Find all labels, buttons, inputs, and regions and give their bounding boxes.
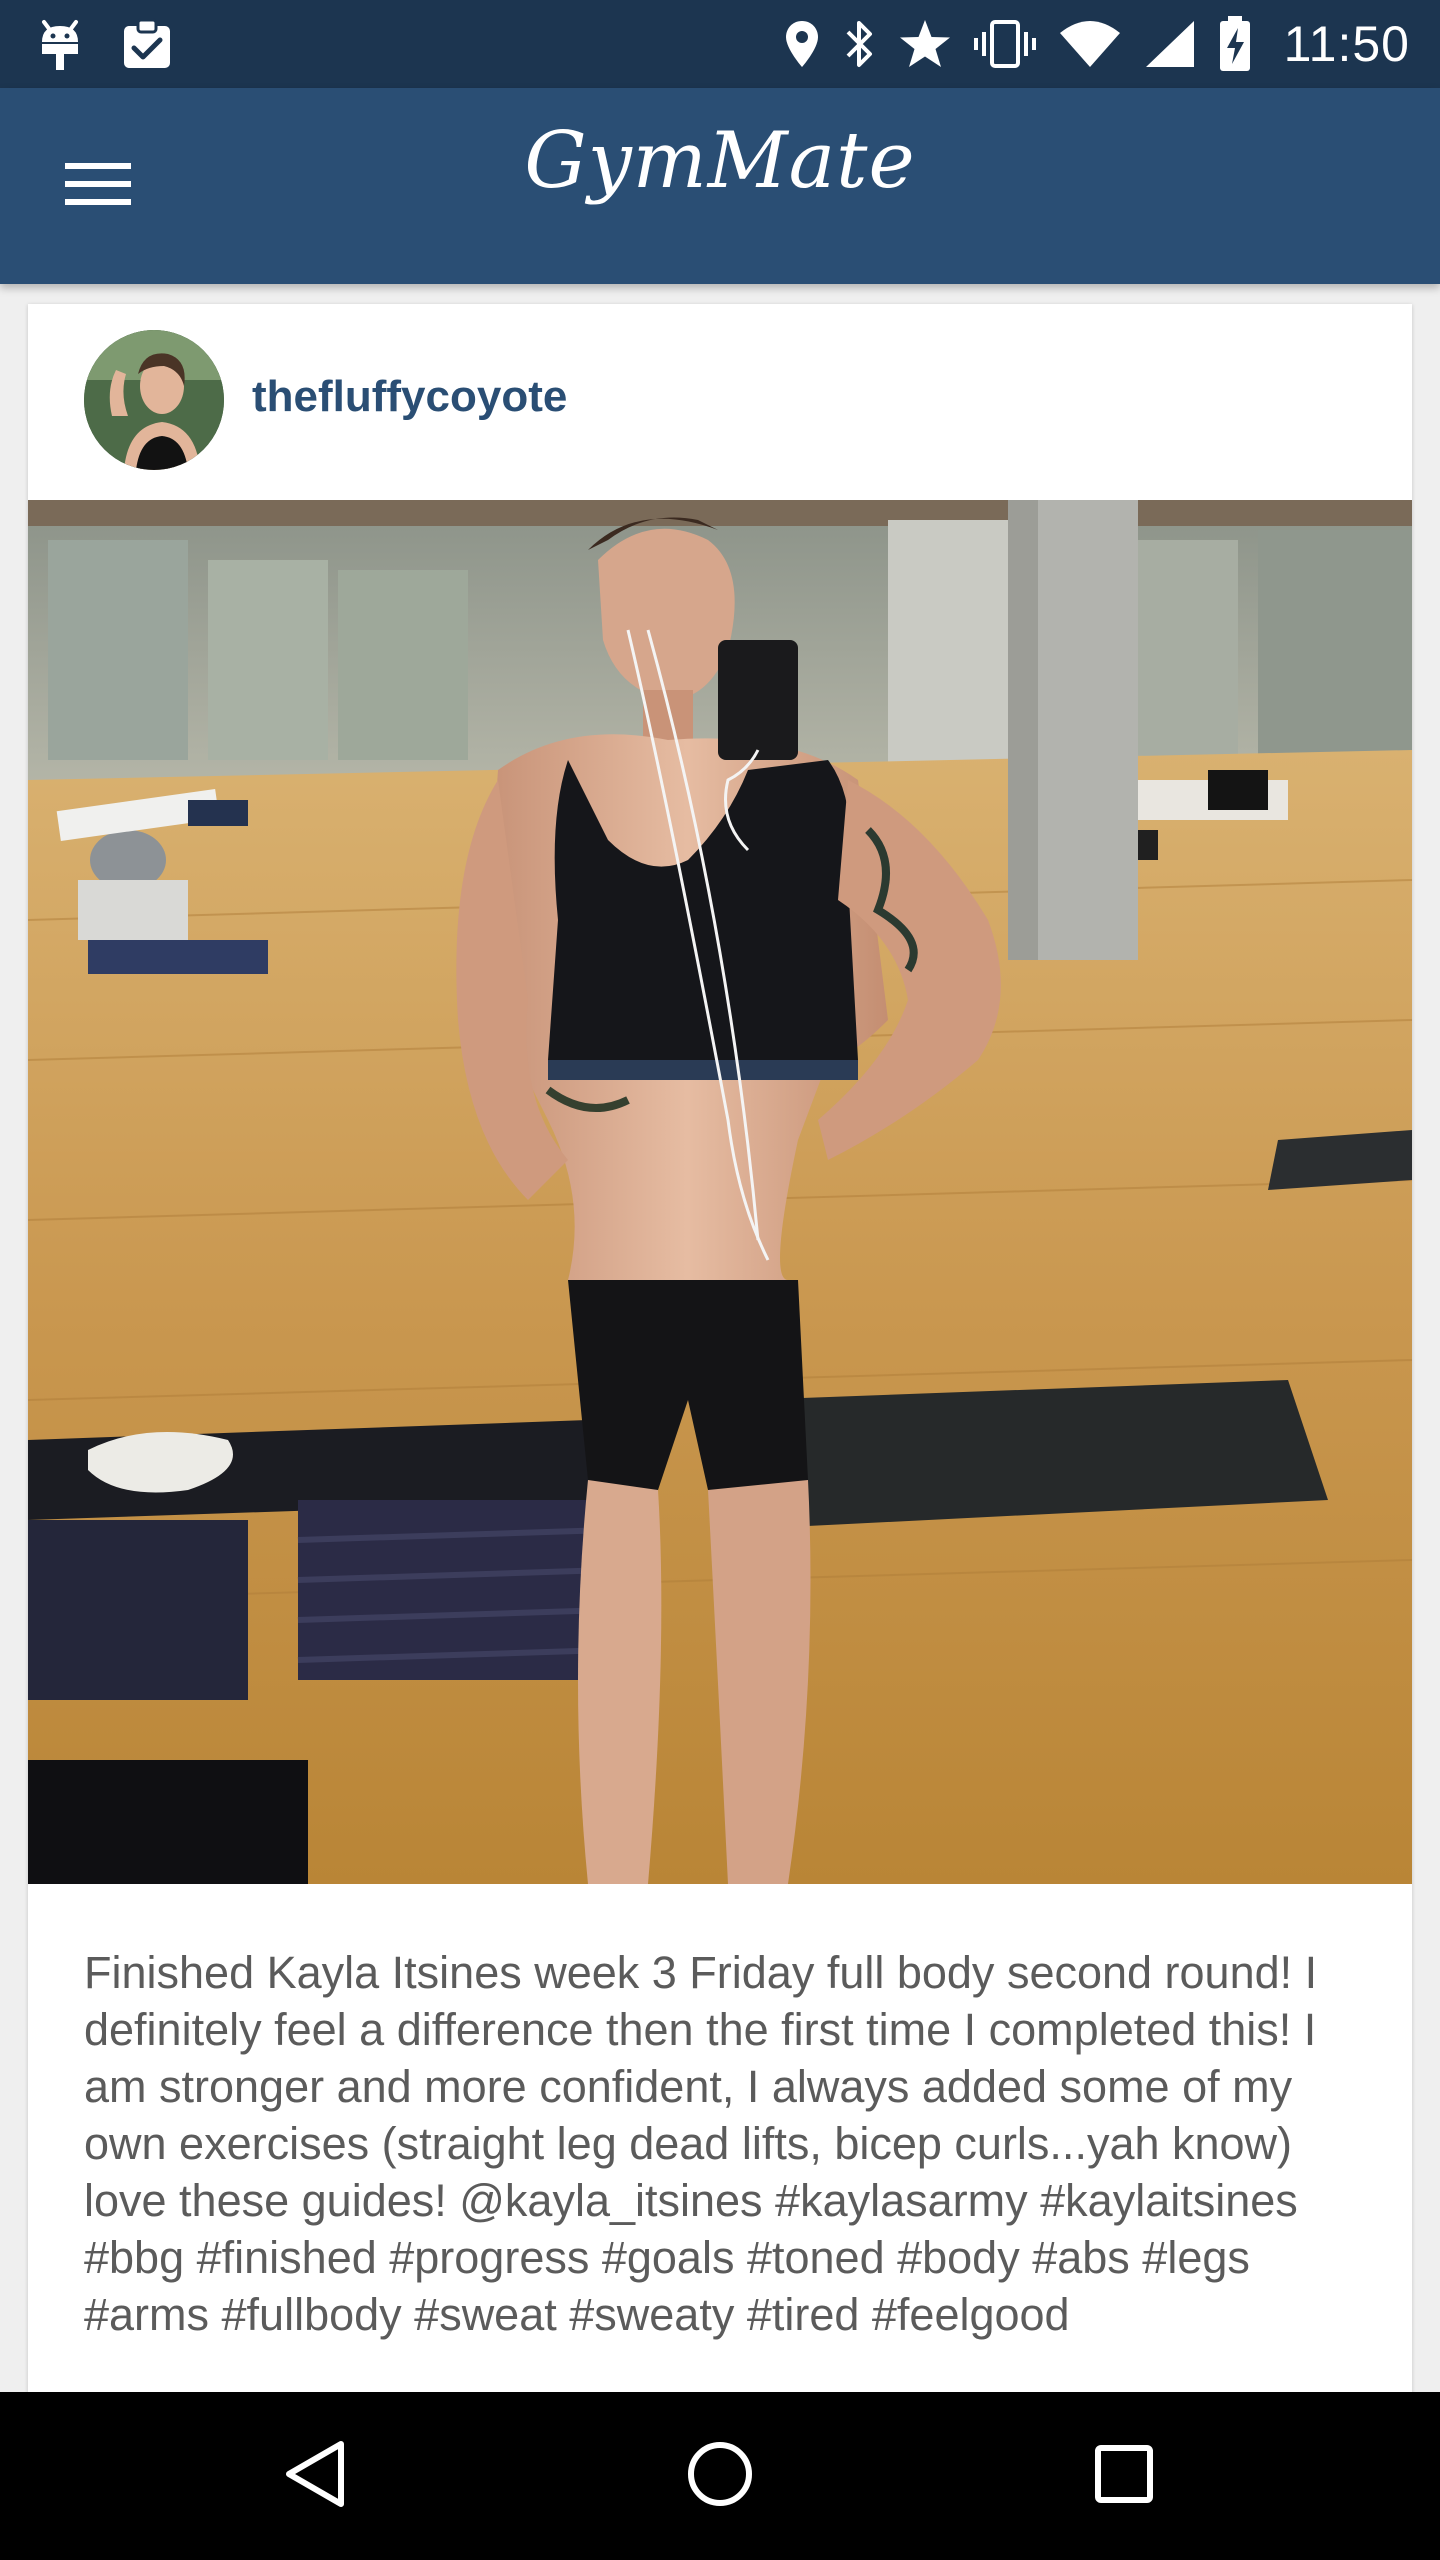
post-caption: Finished Kayla Itsines week 3 Friday ful… xyxy=(84,1947,1318,2340)
status-bar: 11:50 xyxy=(0,0,1440,88)
android-debug-icon xyxy=(38,18,82,70)
post-header: thefluffycoyote xyxy=(28,304,1412,499)
app-title: GymMate xyxy=(524,116,916,206)
avatar[interactable] xyxy=(84,330,224,470)
recents-square-icon xyxy=(1093,2443,1155,2510)
cell-signal-icon xyxy=(1144,19,1196,69)
status-time: 11:50 xyxy=(1283,16,1410,72)
recents-button[interactable] xyxy=(1074,2426,1174,2526)
back-triangle-icon xyxy=(281,2438,347,2515)
clipboard-check-icon xyxy=(122,18,172,70)
navigation-bar xyxy=(0,2392,1440,2560)
app-bar: GymMate xyxy=(0,88,1440,284)
vibrate-icon xyxy=(973,18,1036,70)
post-card: thefluffycoyote Finished Kayla Itsines w… xyxy=(28,304,1412,2392)
status-left-icons xyxy=(38,14,172,74)
location-pin-icon xyxy=(784,19,820,69)
feed[interactable]: thefluffycoyote Finished Kayla Itsines w… xyxy=(0,284,1440,2392)
back-button[interactable] xyxy=(264,2426,364,2526)
wifi-icon xyxy=(1058,19,1122,69)
bluetooth-icon xyxy=(842,18,876,70)
home-circle-icon xyxy=(685,2439,755,2514)
star-icon xyxy=(898,18,952,70)
home-button[interactable] xyxy=(670,2426,770,2526)
post-username[interactable]: thefluffycoyote xyxy=(252,372,567,422)
post-photo[interactable] xyxy=(28,500,1412,1884)
status-right-icons: 11:50 xyxy=(784,10,1410,78)
screen: 11:50 GymMate thefluffycoyote Finished K… xyxy=(0,0,1440,2560)
battery-charging-icon xyxy=(1218,16,1252,72)
